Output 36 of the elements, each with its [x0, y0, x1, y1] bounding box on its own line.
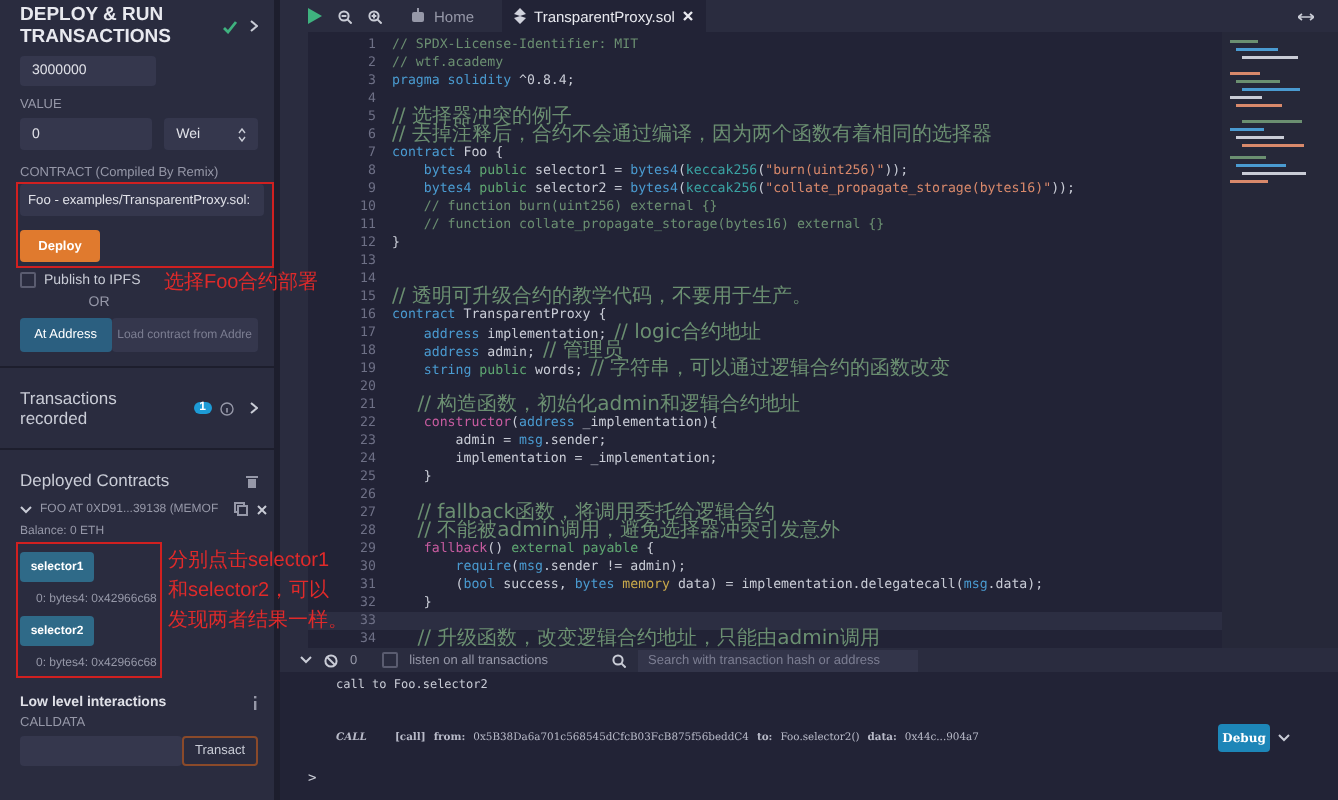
info-icon[interactable] — [252, 696, 258, 710]
copy-icon[interactable] — [234, 502, 249, 516]
check-icon — [222, 19, 238, 33]
zoom-in-icon[interactable] — [368, 9, 382, 23]
chevron-down-icon[interactable] — [20, 505, 32, 513]
expand-icon[interactable] — [1298, 11, 1314, 21]
clear-icon[interactable] — [324, 653, 338, 667]
close-icon[interactable] — [682, 10, 695, 22]
play-icon[interactable] — [308, 8, 322, 24]
transactions-recorded-label: Transactions recorded — [20, 388, 119, 428]
robot-icon — [410, 8, 426, 24]
listen-checkbox[interactable] — [381, 652, 398, 668]
publish-checkbox[interactable] — [20, 272, 36, 288]
chevron-down-icon[interactable] — [1278, 734, 1290, 742]
search-icon — [612, 653, 626, 667]
annotation-text: 分别点击selector1 和selector2，可以 发现两者结果一样。 — [168, 547, 348, 636]
chevron-right-icon[interactable] — [250, 402, 258, 414]
calldata-field[interactable] — [20, 736, 182, 766]
code-line: // 选择器冲突的例子 — [392, 108, 572, 126]
code-line: // 构造函数，初始化admin和逻辑合约地址 — [415, 396, 800, 414]
close-icon[interactable] — [256, 503, 269, 515]
trash-icon[interactable] — [246, 473, 258, 487]
annotation-text: 选择Foo合约部署 — [164, 269, 319, 298]
code-line: // fallback函数，将调用委托给逻辑合约 — [415, 504, 776, 522]
code-line: // 透明可升级合约的教学代码，不要用于生产。 — [392, 288, 812, 306]
zoom-out-icon[interactable] — [338, 9, 352, 23]
deployed-contracts-label: Deployed Contracts — [20, 470, 170, 490]
code-line: // 不能被admin调用，避免选择器冲突引发意外 — [415, 522, 840, 540]
chevron-right-icon[interactable] — [250, 20, 258, 32]
info-icon[interactable] — [220, 401, 234, 415]
file-icon — [514, 8, 527, 24]
chevron-down-icon[interactable] — [300, 656, 312, 664]
code-line: // 升级函数，改变逻辑合约地址，只能由admin调用 — [415, 630, 880, 648]
code-line: // 去掉注释后，合约不会通过编译，因为两个函数有着相同的选择器 — [392, 126, 992, 144]
updown-icon — [238, 127, 246, 141]
panel-title: DEPLOY & RUN TRANSACTIONS — [20, 4, 173, 48]
